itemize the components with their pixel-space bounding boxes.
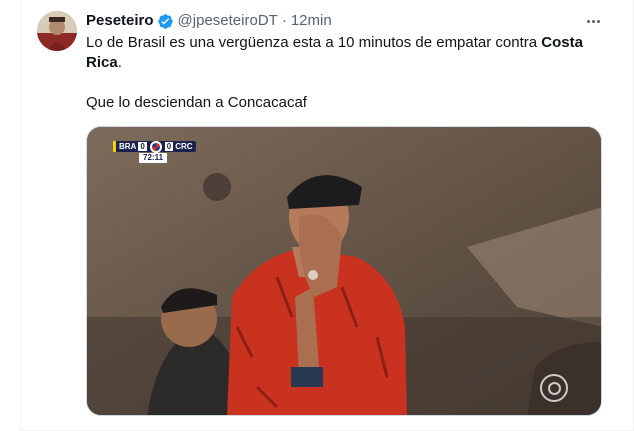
away-score: 0 [164, 142, 174, 151]
match-clock: 72:11 [139, 153, 168, 163]
more-dot [586, 19, 590, 23]
scoreboard-overlay: BRA 0 0 CRC [113, 140, 196, 153]
tweet-text-segment: Lo de Brasil es una vergüenza esta a 10 … [86, 34, 542, 51]
handle[interactable]: @jpeseteiroDT [178, 12, 278, 30]
more-dot [596, 19, 600, 23]
display-name[interactable]: Peseteiro [86, 12, 154, 30]
scoreboard-flag-accent [113, 141, 116, 152]
separator-dot: · [281, 12, 287, 29]
tournament-logo-icon [149, 140, 162, 153]
tweet-media-photo[interactable]: BRA 0 0 CRC 72:11 [86, 126, 602, 416]
timeline-border-left [20, 0, 21, 431]
timestamp[interactable]: 12min [291, 12, 332, 30]
tweet-text: Lo de Brasil es una vergüenza esta a 10 … [86, 33, 591, 113]
home-team: BRA [119, 142, 137, 151]
avatar[interactable] [37, 11, 77, 51]
photo-scene [87, 127, 601, 415]
home-score: 0 [138, 142, 147, 151]
more-dot [591, 19, 595, 23]
tweet-text-line-2: Rica. [86, 53, 591, 73]
tweet-text-bold: Costa [541, 34, 583, 51]
more-options-icon[interactable] [582, 13, 604, 29]
tweet-text-bold: Rica [86, 54, 118, 71]
tweet-text-line-3: Que lo desciendan a Concacacaf [86, 94, 307, 111]
tweet-text-line-1: Lo de Brasil es una vergüenza esta a 10 … [86, 33, 591, 53]
globo-logo-icon [540, 374, 568, 402]
verified-badge-icon[interactable] [157, 13, 174, 30]
tweet-header: Peseteiro @jpeseteiroDT · 12min [86, 12, 332, 30]
tweet-text-segment: . [117, 54, 122, 71]
away-team: CRC [175, 142, 193, 151]
